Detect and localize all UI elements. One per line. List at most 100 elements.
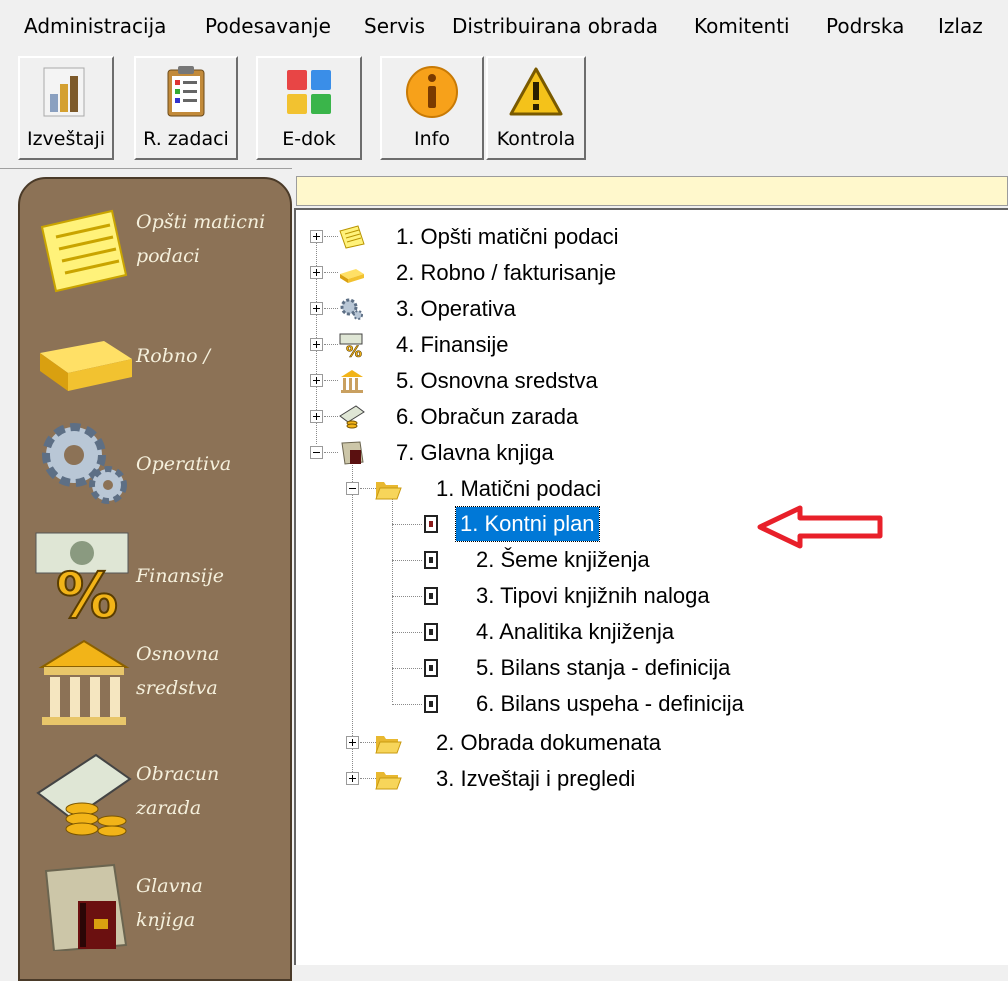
izvestaji-label: Izveštaji [26,128,106,150]
sidebar-label-line1: Glavna [136,875,203,897]
tree-connector [324,272,338,273]
menu-tree: 1. Opšti matični podaci 2. Robno / faktu… [294,208,1008,965]
menu-komitenti[interactable]: Komitenti [694,14,790,38]
notepad-icon [339,225,365,249]
tree-connector [324,236,338,237]
menu-administracija[interactable]: Administracija [24,14,166,38]
sidebar-label-line1: Robno / [136,345,211,367]
menu-distribuirana-obrada[interactable]: Distribuirana obrada [452,14,658,38]
kontrola-button[interactable]: Kontrola [486,56,586,160]
tree-item-operativa[interactable]: 3. Operativa [396,292,516,326]
sidebar-item-finansije[interactable]: % Finansije [20,529,290,629]
izvestaji-button[interactable]: Izveštaji [18,56,114,160]
tree-guide-line [392,488,393,702]
tree-item-seme-knjizenja[interactable]: 2. Šeme knjiženja [476,543,650,577]
e-dok-label: E-dok [282,128,336,150]
red-arrow-annotation [757,505,883,549]
r-zadaci-label: R. zadaci [143,128,229,150]
document-icon [424,551,438,569]
percent-money-icon: % [35,532,129,619]
expand-toggle[interactable] [346,736,359,749]
folder-icon [375,772,402,790]
document-icon [424,587,438,605]
gears-icon [42,423,127,504]
sidebar-frame: Opšti maticni podaci Robno / Operativa %… [0,168,292,981]
sidebar-label-line2: sredstva [136,677,218,699]
menu-servis[interactable]: Servis [364,14,425,38]
clipboard-icon [167,66,205,117]
sidebar-label-line1: Opšti maticni [136,211,266,233]
expand-toggle[interactable] [310,302,323,315]
sidebar-label-line2: podaci [136,245,200,267]
sidebar-label-line2: zarada [136,797,202,819]
tree-item-izvestaji-i-pregledi[interactable]: 3. Izveštaji i pregledi [436,762,635,796]
document-icon [424,515,438,533]
sidebar-item-operativa[interactable]: Operativa [20,417,290,517]
svg-text:%: % [56,559,118,619]
svg-text:%: % [346,342,362,358]
tree-item-robno-fakturisanje[interactable]: 2. Robno / fakturisanje [396,256,616,290]
percent-money-icon: % [339,333,363,358]
e-dok-button[interactable]: E-dok [256,56,362,160]
tree-item-kontni-plan[interactable]: 1. Kontni plan [455,506,600,542]
sidebar-label-line1: Operativa [136,453,232,475]
bar-chart-icon [43,67,85,117]
info-label: Info [414,128,450,150]
expand-toggle[interactable] [346,772,359,785]
edok-icon [287,70,331,114]
tree-item-bilans-stanja[interactable]: 5. Bilans stanja - definicija [476,651,730,685]
menu-podesavanje[interactable]: Podesavanje [205,14,331,38]
tree-connector [392,632,422,633]
tree-connector [324,308,338,309]
tree-connector [392,704,422,705]
tree-connector [392,560,422,561]
tree-connector [392,524,422,525]
expand-toggle[interactable] [310,374,323,387]
document-icon [424,659,438,677]
header-strip [296,176,1008,206]
sidebar-item-obracun-zarada[interactable]: Obracun zarada [20,749,290,849]
tree-item-obracun-zarada[interactable]: 6. Obračun zarada [396,400,578,434]
notepad-icon [40,209,128,293]
expand-toggle[interactable] [310,410,323,423]
tree-connector [324,344,338,345]
bank-building-icon [38,639,130,725]
tree-item-opsti-maticni-podaci[interactable]: 1. Opšti matični podaci [396,220,619,254]
tree-item-analitika-knjizenja[interactable]: 4. Analitika knjiženja [476,615,674,649]
document-icon [424,623,438,641]
sidebar-item-osnovna-sredstva[interactable]: Osnovna sredstva [20,637,290,737]
sidebar-item-glavna-knjiga[interactable]: Glavna knjiga [20,861,290,961]
document-icon [424,695,438,713]
collapse-toggle[interactable] [310,446,323,459]
kontrola-label: Kontrola [496,128,576,150]
sidebar-label-line1: Finansije [136,565,225,587]
expand-toggle[interactable] [310,230,323,243]
money-coins-icon [339,405,365,429]
tree-connector [392,668,422,669]
r-zadaci-button[interactable]: R. zadaci [134,56,238,160]
folder-open-icon [375,482,402,500]
expand-toggle[interactable] [310,266,323,279]
info-button[interactable]: Info [380,56,484,160]
sidebar-item-opsti-maticni-podaci[interactable]: Opšti maticni podaci [20,205,290,305]
tree-item-maticni-podaci[interactable]: 1. Matični podaci [436,472,601,506]
tree-item-glavna-knjiga[interactable]: 7. Glavna knjiga [396,436,554,470]
menu-izlaz[interactable]: Izlaz [938,14,983,38]
sidebar-label-line1: Obracun [136,763,220,785]
module-sidebar: Opšti maticni podaci Robno / Operativa %… [18,177,292,981]
bank-building-icon [341,370,363,393]
tree-connector [324,416,338,417]
folder-icon [375,736,402,754]
tree-item-finansije[interactable]: 4. Finansije [396,328,509,362]
tree-item-bilans-uspeha[interactable]: 6. Bilans uspeha - definicija [476,687,744,721]
gold-bar-icon [340,269,364,283]
tree-item-osnovna-sredstva[interactable]: 5. Osnovna sredstva [396,364,598,398]
menu-podrska[interactable]: Podrska [826,14,904,38]
sidebar-item-robno[interactable]: Robno / [20,309,290,409]
sidebar-label-line1: Osnovna [136,643,220,665]
tree-item-obrada-dokumenata[interactable]: 2. Obrada dokumenata [436,726,661,760]
tree-connector [324,380,338,381]
collapse-toggle[interactable] [346,482,359,495]
expand-toggle[interactable] [310,338,323,351]
tree-item-tipovi-knjiznih-naloga[interactable]: 3. Tipovi knjižnih naloga [476,579,710,613]
